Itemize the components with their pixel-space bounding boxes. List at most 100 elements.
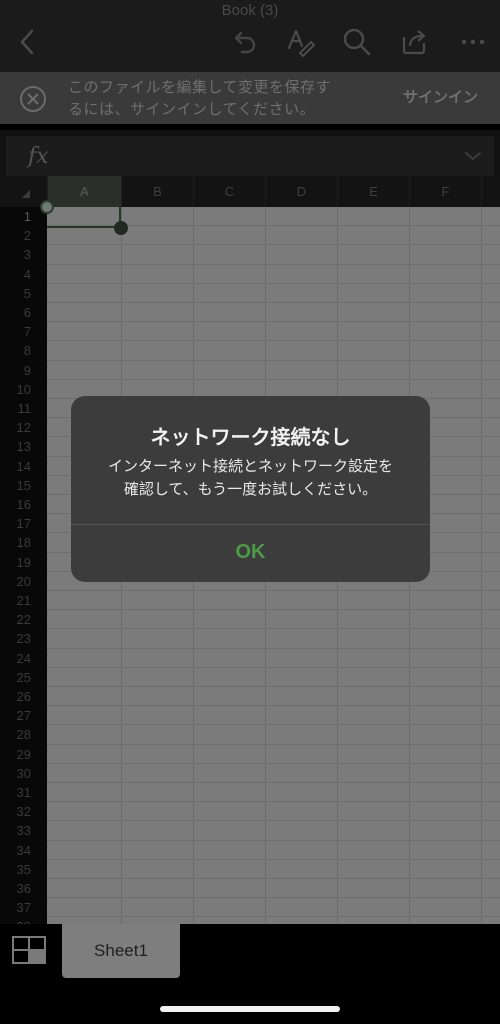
row-header-13[interactable]: 13	[0, 437, 47, 456]
grid-row-line	[47, 705, 500, 707]
grid-row-line	[47, 340, 500, 342]
banner-message-line2: るには、サインインしてください。	[68, 100, 316, 118]
row-header-20[interactable]: 20	[0, 572, 47, 591]
row-header-16[interactable]: 16	[0, 495, 47, 514]
share-icon[interactable]	[398, 26, 430, 58]
sheet-tab-sheet1[interactable]: Sheet1	[62, 924, 180, 978]
grid-row-line	[47, 359, 500, 361]
chevron-left-icon[interactable]	[12, 26, 44, 58]
close-circle-icon[interactable]	[19, 85, 47, 113]
grid-row-line	[47, 916, 500, 918]
excel-app: Book (3) このファイルを編集して変更を保存す るには、サインインしてくだ…	[0, 0, 500, 1024]
row-header-36[interactable]: 36	[0, 879, 47, 898]
alert-title: ネットワーク接続なし	[150, 425, 351, 449]
column-header: A B C D E F	[0, 176, 500, 207]
grid-row-line	[47, 282, 500, 284]
row-header-17[interactable]: 17	[0, 514, 47, 533]
grid-row-line	[47, 686, 500, 687]
row-header-23[interactable]: 23	[0, 629, 47, 648]
row-header-10[interactable]: 10	[0, 380, 47, 399]
undo-icon[interactable]	[228, 26, 260, 58]
row-header-15[interactable]: 15	[0, 476, 47, 495]
row-header-8[interactable]: 8	[0, 341, 47, 360]
fx-icon: fx	[28, 144, 49, 169]
row-header-34[interactable]: 34	[0, 841, 47, 860]
formula-bar: fx	[0, 124, 500, 176]
grid-row-line	[47, 302, 500, 303]
column-header-e[interactable]: E	[337, 176, 409, 207]
grid-row-line	[47, 628, 500, 630]
pen-icon[interactable]	[284, 26, 316, 58]
row-header-4[interactable]: 4	[0, 265, 47, 284]
row-header-2[interactable]: 2	[0, 226, 47, 245]
signin-button[interactable]: サインイン	[403, 86, 478, 107]
grid-row-line	[47, 590, 500, 591]
grid-row-line	[47, 878, 500, 879]
row-header-12[interactable]: 12	[0, 418, 47, 437]
row-header-29[interactable]: 29	[0, 745, 47, 764]
row-header-28[interactable]: 28	[0, 725, 47, 744]
grid-row-line	[47, 609, 500, 611]
signin-banner: このファイルを編集して変更を保存す るには、サインインしてください。 サインイン	[0, 72, 500, 124]
row-header-14[interactable]: 14	[0, 457, 47, 476]
row-header-19[interactable]: 19	[0, 553, 47, 572]
row-header-35[interactable]: 35	[0, 860, 47, 879]
grid-row-line	[47, 263, 500, 265]
ellipsis-icon[interactable]	[457, 26, 489, 58]
grid-row-line	[47, 801, 500, 803]
alert-message: インターネット接続とネットワーク設定を 確認して、もう一度お試しください。	[85, 455, 416, 501]
row-header-24[interactable]: 24	[0, 649, 47, 668]
row-header-21[interactable]: 21	[0, 591, 47, 610]
top-toolbar: Book (3)	[0, 0, 500, 72]
grid-row-line	[47, 743, 500, 745]
formula-input[interactable]: fx	[6, 136, 494, 176]
grid-row-line	[47, 724, 500, 726]
row-header-22[interactable]: 22	[0, 610, 47, 629]
banner-message-line1: このファイルを編集して変更を保存す	[68, 78, 332, 96]
grid-row-line	[47, 820, 500, 822]
row-header-27[interactable]: 27	[0, 706, 47, 725]
row-header-3[interactable]: 3	[0, 245, 47, 264]
selection-handle-top-left[interactable]	[40, 200, 54, 214]
column-header-g-partial[interactable]	[481, 176, 500, 207]
row-header-11[interactable]: 11	[0, 399, 47, 418]
column-header-c[interactable]: C	[193, 176, 265, 207]
row-header-37[interactable]: 37	[0, 898, 47, 917]
banner-message: このファイルを編集して変更を保存す るには、サインインしてください。	[68, 76, 378, 120]
alert-message-line1: インターネット接続とネットワーク設定を	[107, 457, 393, 475]
row-header-7[interactable]: 7	[0, 322, 47, 341]
network-alert-dialog: ネットワーク接続なし インターネット接続とネットワーク設定を 確認して、もう一度…	[71, 396, 430, 582]
column-header-b[interactable]: B	[121, 176, 193, 207]
row-header-30[interactable]: 30	[0, 764, 47, 783]
row-header-18[interactable]: 18	[0, 533, 47, 552]
column-header-a[interactable]: A	[47, 176, 121, 207]
grid-column-line	[481, 207, 482, 924]
row-header-32[interactable]: 32	[0, 802, 47, 821]
row-header-25[interactable]: 25	[0, 668, 47, 687]
selection-handle-bottom-right[interactable]	[114, 221, 128, 235]
document-title: Book (3)	[221, 2, 279, 19]
column-header-f[interactable]: F	[409, 176, 481, 207]
row-header-6[interactable]: 6	[0, 303, 47, 322]
grid-row-line	[47, 782, 500, 783]
row-header-38[interactable]: 38	[0, 917, 47, 924]
grid-row-line	[47, 378, 500, 380]
row-header-26[interactable]: 26	[0, 687, 47, 706]
grid-row-line	[47, 897, 500, 899]
search-icon[interactable]	[341, 26, 373, 58]
select-all-corner[interactable]	[0, 176, 47, 207]
row-header-31[interactable]: 31	[0, 783, 47, 802]
grid-row-line	[47, 858, 500, 860]
column-header-d[interactable]: D	[265, 176, 337, 207]
selected-cell-a1[interactable]	[47, 207, 121, 228]
chevron-down-icon[interactable]	[464, 148, 482, 162]
row-header-9[interactable]: 9	[0, 361, 47, 380]
grid-row-line	[47, 244, 500, 246]
row-header: 1 2 3 4 5 6 7 8 9 10 11 12 13 14 15 16 17 18 19 20 21 22 23 24 2…	[0, 207, 47, 924]
row-header-33[interactable]: 33	[0, 821, 47, 840]
home-indicator[interactable]	[160, 1006, 340, 1012]
alert-message-line2: 確認して、もう一度お試しください。	[123, 480, 378, 498]
ok-button[interactable]: OK	[71, 525, 430, 582]
sheets-grid-icon[interactable]	[12, 936, 48, 968]
row-header-5[interactable]: 5	[0, 284, 47, 303]
